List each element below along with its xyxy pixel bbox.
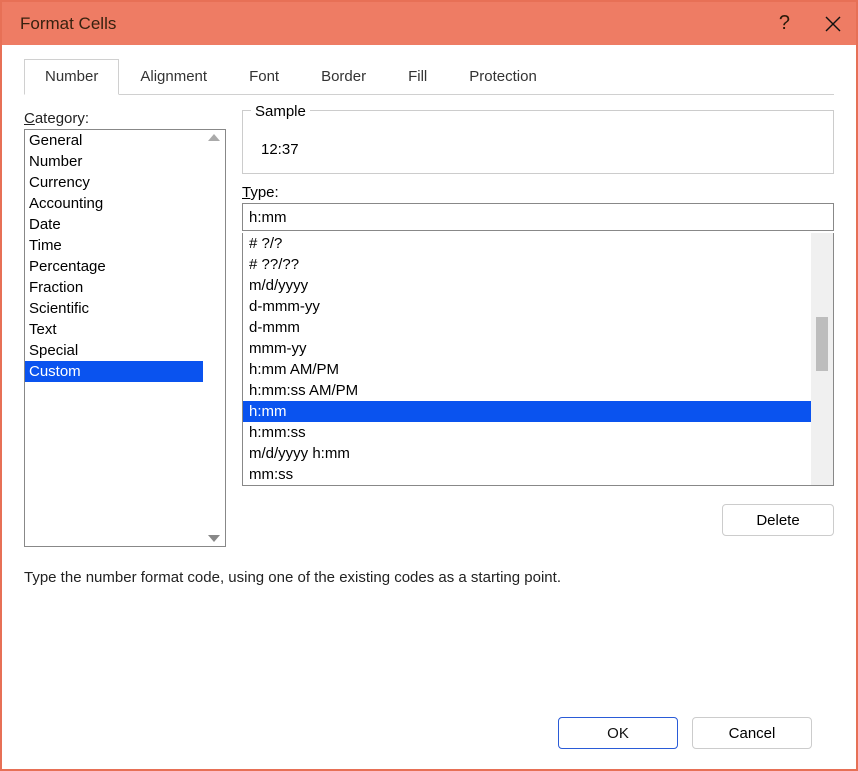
titlebar: Format Cells ? [2, 2, 856, 45]
category-item[interactable]: Scientific [25, 298, 203, 319]
type-label: Type: [242, 184, 834, 201]
category-item[interactable]: Date [25, 214, 203, 235]
ok-button[interactable]: OK [558, 717, 678, 749]
type-item[interactable]: mm:ss [243, 464, 811, 485]
window-title: Format Cells [20, 14, 116, 34]
type-item[interactable]: mmm-yy [243, 338, 811, 359]
tab-fill[interactable]: Fill [387, 59, 448, 95]
category-item[interactable]: Accounting [25, 193, 203, 214]
delete-button[interactable]: Delete [722, 504, 834, 536]
tab-font[interactable]: Font [228, 59, 300, 95]
tab-number[interactable]: Number [24, 59, 119, 95]
scroll-down-icon[interactable] [208, 535, 220, 542]
category-scrollbar[interactable] [203, 130, 225, 546]
help-icon[interactable]: ? [779, 12, 790, 35]
category-label: Category: [24, 110, 226, 127]
type-item[interactable]: d-mmm [243, 317, 811, 338]
category-listbox[interactable]: GeneralNumberCurrencyAccountingDateTimeP… [24, 129, 226, 547]
sample-value: 12:37 [243, 129, 833, 158]
tab-content: Category: GeneralNumberCurrencyAccountin… [2, 96, 856, 769]
type-item[interactable]: h:mm [243, 401, 811, 422]
category-item[interactable]: Percentage [25, 256, 203, 277]
type-scrollbar[interactable] [811, 233, 833, 485]
format-cells-dialog: Format Cells ? NumberAlignmentFontBorder… [0, 0, 858, 771]
sample-label: Sample [251, 103, 310, 120]
category-item[interactable]: Special [25, 340, 203, 361]
tab-protection[interactable]: Protection [448, 59, 558, 95]
category-item[interactable]: Text [25, 319, 203, 340]
cancel-button[interactable]: Cancel [692, 717, 812, 749]
category-item[interactable]: Number [25, 151, 203, 172]
type-item[interactable]: # ??/?? [243, 254, 811, 275]
type-item[interactable]: # ?/? [243, 233, 811, 254]
close-icon[interactable] [822, 13, 844, 35]
category-item[interactable]: Time [25, 235, 203, 256]
tab-alignment[interactable]: Alignment [119, 59, 228, 95]
type-item[interactable]: m/d/yyyy h:mm [243, 443, 811, 464]
type-item[interactable]: h:mm:ss AM/PM [243, 380, 811, 401]
category-item[interactable]: General [25, 130, 203, 151]
sample-box: Sample 12:37 [242, 110, 834, 174]
type-input[interactable] [242, 203, 834, 231]
hint-text: Type the number format code, using one o… [24, 569, 834, 586]
type-item[interactable]: m/d/yyyy [243, 275, 811, 296]
category-item[interactable]: Fraction [25, 277, 203, 298]
category-item[interactable]: Custom [25, 361, 203, 382]
type-item[interactable]: d-mmm-yy [243, 296, 811, 317]
type-listbox[interactable]: # ?/?# ??/??m/d/yyyyd-mmm-yyd-mmmmmm-yyh… [242, 233, 834, 486]
scrollbar-thumb[interactable] [816, 317, 828, 371]
category-item[interactable]: Currency [25, 172, 203, 193]
type-item[interactable]: h:mm:ss [243, 422, 811, 443]
type-item[interactable]: h:mm AM/PM [243, 359, 811, 380]
tab-row: NumberAlignmentFontBorderFillProtection [2, 45, 856, 95]
scroll-up-icon[interactable] [208, 134, 220, 141]
tab-border[interactable]: Border [300, 59, 387, 95]
